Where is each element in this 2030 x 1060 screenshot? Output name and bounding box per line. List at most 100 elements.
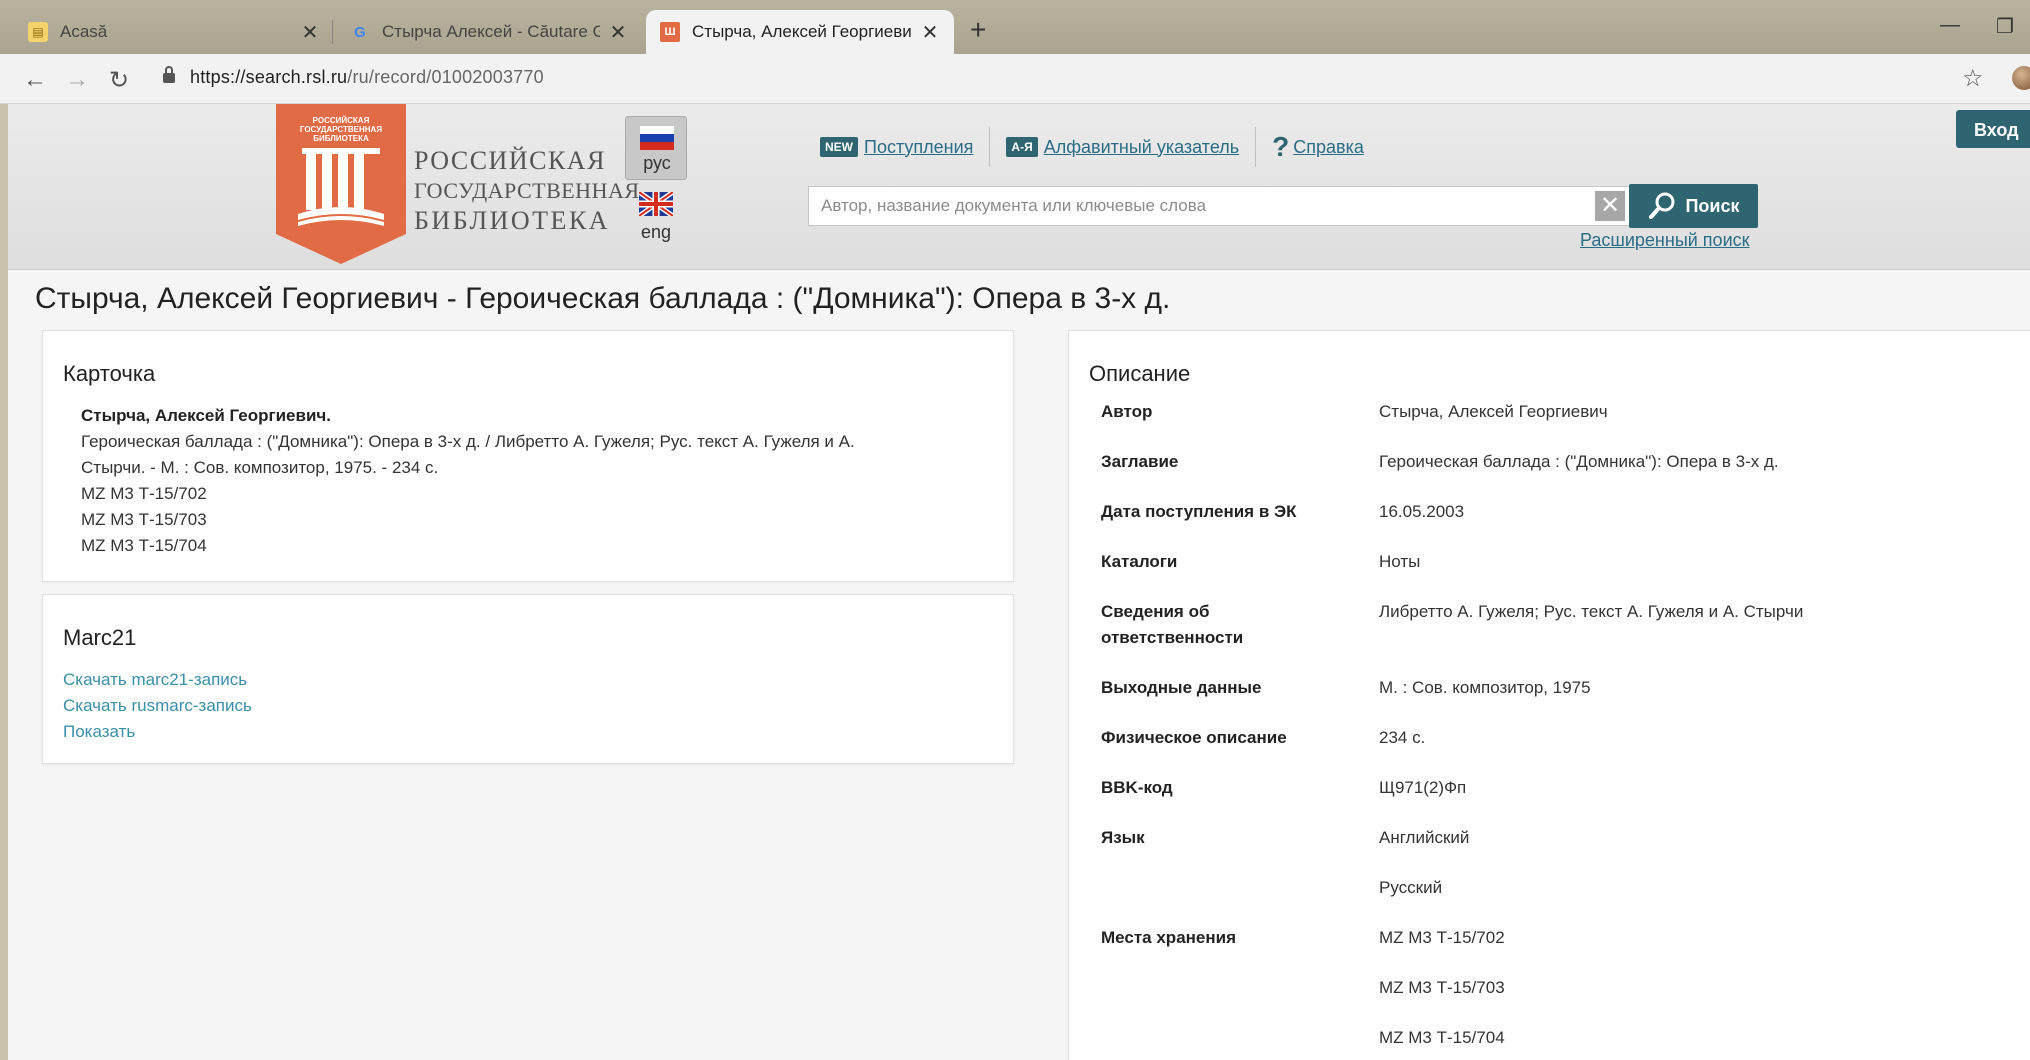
logo-line: РОССИЙСКАЯ	[414, 146, 606, 175]
card-shelfmark: MZ M3 Т-15/704	[81, 536, 207, 555]
back-arrow-icon[interactable]: ←	[20, 66, 50, 94]
description-value: Либретто А. Гужеля; Рус. текст А. Гужеля…	[1379, 602, 1804, 621]
card-shelfmark: MZ M3 Т-15/702	[81, 484, 207, 503]
tab-title: Стырча, Алексей Георгиевич -	[692, 22, 912, 41]
close-icon[interactable]: ✕	[608, 20, 628, 45]
tab-acasa[interactable]: ▤ Acasă ✕	[14, 10, 334, 54]
note-icon: ▤	[28, 22, 48, 42]
address-bar: ← → ↻ https://search.rsl.ru/ru/record/01…	[0, 54, 2030, 104]
rsl-logo[interactable]: РОССИЙСКАЯ ГОСУДАРСТВЕННАЯ БИБЛИОТЕКА	[276, 104, 406, 264]
description-key: Каталоги	[1101, 552, 1178, 571]
logo-wordmark[interactable]: РОССИЙСКАЯ ГОСУДАРСТВЕННАЯ БИБЛИОТЕКА	[414, 146, 640, 236]
nav-divider	[989, 127, 991, 167]
description-value: MZ M3 Т-15/703	[1379, 978, 1505, 997]
google-icon: G	[354, 23, 366, 41]
search-button-label: Поиск	[1685, 195, 1740, 216]
tab-title: Стырча Алексей - Căutare Goog	[382, 22, 600, 41]
lang-label: eng	[640, 222, 672, 242]
close-icon[interactable]: ✕	[920, 20, 940, 45]
lang-label: рус	[643, 153, 671, 173]
description-value: MZ M3 Т-15/702	[1379, 928, 1505, 947]
card-heading: Карточка	[63, 361, 156, 386]
card-body: Стырча, Алексей Георгиевич. Героическая …	[81, 403, 981, 559]
search-field: ✕	[808, 186, 1630, 226]
page-content: РОССИЙСКАЯ ГОСУДАРСТВЕННАЯ БИБЛИОТЕКА РО…	[8, 104, 2030, 1060]
tab-title: Acasă	[60, 22, 108, 41]
card-panel: Карточка Стырча, Алексей Георгиевич. Гер…	[42, 330, 1014, 582]
help-icon: ?	[1272, 131, 1290, 162]
description-value: 234 с.	[1379, 728, 1426, 747]
description-value: Английский	[1379, 828, 1470, 847]
advanced-search-link[interactable]: Расширенный поиск	[1580, 230, 1750, 251]
download-marc21-link[interactable]: Скачать marc21-запись	[63, 667, 252, 693]
clear-search-icon[interactable]: ✕	[1595, 191, 1625, 221]
nav-divider	[1255, 127, 1257, 167]
search-input[interactable]	[809, 187, 1569, 225]
card-author: Стырча, Алексей Георгиевич.	[81, 406, 332, 425]
description-value: Щ971(2)Фп	[1379, 778, 1467, 797]
tab-divider	[332, 20, 333, 44]
description-value: Героическая баллада : ("Домника"): Опера…	[1379, 452, 1779, 471]
url-host: https://search.rsl.ru	[190, 67, 348, 87]
marc21-heading: Marc21	[63, 625, 137, 650]
new-badge: NEW	[820, 137, 858, 157]
description-key: Места хранения	[1101, 928, 1237, 947]
description-value: Русский	[1379, 878, 1443, 897]
reload-icon[interactable]: ↻	[104, 66, 134, 95]
help-link[interactable]: Справка	[1293, 137, 1364, 158]
browser-tabbar: ▤ Acasă ✕ G Стырча Алексей - Căutare Goo…	[0, 0, 2030, 54]
restore-icon[interactable]: ❐	[1996, 14, 2014, 39]
page-title: Стырча, Алексей Георгиевич - Героическая…	[35, 282, 1171, 315]
logo-badge-text: РОССИЙСКАЯ ГОСУДАРСТВЕННАЯ БИБЛИОТЕКА	[298, 116, 384, 143]
lang-russian-button[interactable]: рус	[625, 116, 687, 180]
description-heading: Описание	[1089, 361, 1191, 386]
top-nav: NEW Поступления А-Я Алфавитный указатель…	[820, 127, 1364, 167]
card-description-line: Героическая баллада : ("Домника"): Опера…	[81, 432, 855, 451]
logo-badge-line: БИБЛИОТЕКА	[313, 134, 369, 143]
close-icon[interactable]: ✕	[300, 20, 320, 45]
site-header: РОССИЙСКАЯ ГОСУДАРСТВЕННАЯ БИБЛИОТЕКА РО…	[8, 104, 2030, 270]
alphabetical-index-link[interactable]: Алфавитный указатель	[1044, 137, 1239, 158]
tab-rsl-record[interactable]: Ш Стырча, Алексей Георгиевич - ✕	[646, 10, 954, 54]
arrivals-link[interactable]: Поступления	[864, 137, 973, 158]
description-value: 16.05.2003	[1379, 502, 1465, 521]
marc21-links: Скачать marc21-запись Скачать rusmarc-за…	[63, 667, 252, 745]
rsl-favicon-icon: Ш	[660, 22, 680, 42]
description-key: BBK-код	[1101, 778, 1173, 797]
marc21-panel: Marc21 Скачать marc21-запись Скачать rus…	[42, 594, 1014, 764]
russia-flag-icon	[640, 126, 674, 150]
minimize-icon[interactable]: —	[1940, 14, 1960, 37]
description-value: М. : Сов. композитор, 1975	[1379, 678, 1591, 697]
description-value: MZ M3 Т-15/704	[1379, 1028, 1505, 1047]
lock-icon[interactable]	[163, 66, 175, 84]
description-value: Стырча, Алексей Георгиевич	[1379, 402, 1608, 421]
download-rusmarc-link[interactable]: Скачать rusmarc-запись	[63, 693, 252, 719]
description-key: Дата поступления в ЭК	[1101, 502, 1297, 521]
description-key: Физическое описание	[1101, 728, 1287, 747]
card-shelfmark: MZ M3 Т-15/703	[81, 510, 207, 529]
bookmark-star-icon[interactable]: ☆	[1962, 64, 1984, 93]
url-path: /ru/record/01002003770	[347, 67, 544, 87]
new-tab-icon[interactable]: +	[970, 14, 986, 46]
tab-google-search[interactable]: G Стырча Алексей - Căutare Goog ✕	[336, 10, 642, 54]
card-description-line: Стырчи. - М. : Сов. композитор, 1975. - …	[81, 458, 439, 477]
login-button[interactable]: Вход	[1956, 110, 2030, 148]
description-key: Заглавие	[1101, 452, 1179, 471]
az-badge: А-Я	[1006, 137, 1038, 157]
search-button[interactable]: Поиск	[1629, 184, 1758, 228]
logo-badge-line: ГОСУДАРСТВЕННАЯ	[299, 125, 383, 134]
description-panel: Описание Автор Стырча, Алексей Георгиеви…	[1068, 330, 2030, 1060]
logo-line: БИБЛИОТЕКА	[414, 206, 611, 235]
forward-arrow-icon[interactable]: →	[62, 66, 92, 94]
logo-badge-line: РОССИЙСКАЯ	[312, 116, 370, 125]
uk-flag-icon	[639, 192, 673, 216]
profile-avatar[interactable]	[2012, 66, 2030, 90]
search-icon	[1649, 192, 1675, 219]
description-key: Язык	[1101, 828, 1145, 847]
url-field[interactable]: https://search.rsl.ru/ru/record/01002003…	[190, 67, 544, 88]
logo-line: ГОСУДАРСТВЕННАЯ	[414, 178, 640, 203]
description-key: Автор	[1101, 402, 1153, 421]
show-marc-link[interactable]: Показать	[63, 719, 252, 745]
description-key: Выходные данные	[1101, 678, 1262, 697]
description-key: Сведения об ответственности	[1101, 602, 1244, 647]
